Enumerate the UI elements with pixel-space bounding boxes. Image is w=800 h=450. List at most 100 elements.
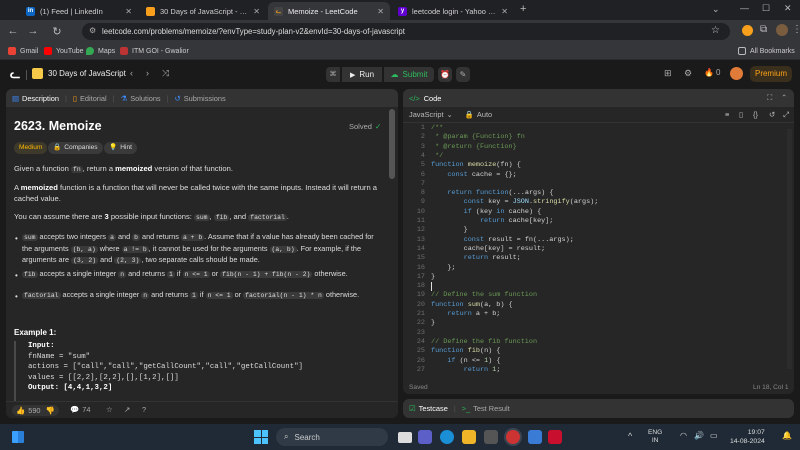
code-line[interactable]: cache[key] = result;	[431, 245, 546, 253]
edge-icon[interactable]	[440, 430, 454, 444]
chrome-icon[interactable]	[506, 430, 520, 444]
premium-button[interactable]: Premium	[750, 66, 792, 82]
bookmark-star-icon[interactable]: ☆	[711, 25, 720, 36]
new-tab-button[interactable]: +	[520, 3, 526, 15]
notification-bell-icon[interactable]: 🔔	[782, 431, 792, 440]
tab-solutions[interactable]: ⚗ Solutions	[115, 94, 167, 103]
bookmark-youtube[interactable]: YouTube	[44, 47, 84, 55]
auto-complete-toggle[interactable]: 🔒 Auto	[465, 110, 492, 119]
code-line[interactable]: * @return {Function}	[431, 143, 517, 151]
tab-testcase[interactable]: ☑ Testcase	[403, 404, 454, 413]
maximize-icon[interactable]: ☐	[762, 3, 770, 14]
clock[interactable]: 19:07 14-08-2024	[730, 428, 765, 446]
format-icon[interactable]: ≡	[725, 110, 729, 119]
code-line[interactable]: function fib(n) {	[431, 347, 500, 355]
windows-start-icon[interactable]	[254, 430, 268, 444]
tab-editorial[interactable]: ▯ Editorial	[67, 94, 113, 103]
comments-button[interactable]: 💬 74	[70, 405, 90, 414]
layout-icon[interactable]: ⊞	[664, 68, 672, 79]
code-line[interactable]: }	[431, 319, 435, 327]
forward-icon[interactable]: →	[26, 25, 40, 37]
code-line[interactable]: function sum(a, b) {	[431, 301, 513, 309]
like-button[interactable]: 👍 590 👎	[12, 405, 59, 416]
minimize-icon[interactable]: —	[740, 3, 749, 13]
code-line[interactable]: // Define the fib function	[431, 338, 537, 346]
code-line[interactable]: const cache = {};	[431, 171, 516, 179]
help-icon[interactable]: ?	[142, 405, 146, 414]
code-line[interactable]: return 1;	[431, 366, 501, 374]
language-select[interactable]: JavaScript ⌄	[409, 110, 453, 119]
timer-icon[interactable]: ⏰	[438, 67, 452, 82]
bookmark-maps[interactable]: Maps	[86, 47, 115, 55]
teams-icon[interactable]	[418, 430, 432, 444]
bookmark-itm[interactable]: ITM GOI - Gwalior	[120, 47, 189, 55]
close-icon[interactable]: ✕	[377, 7, 384, 16]
code-line[interactable]: return cache[key];	[431, 217, 553, 225]
code-editor[interactable]: 1 /** 2 * @param {Function} fn 3 * @return …	[403, 124, 786, 374]
code-line[interactable]: if (n <= 1) {	[431, 357, 500, 365]
bookmark-icon[interactable]: ▯	[739, 110, 743, 119]
maximize-panel-icon[interactable]: ⛶	[767, 93, 772, 103]
store-icon[interactable]	[484, 430, 498, 444]
chevron-up-icon[interactable]: ^	[628, 431, 632, 441]
notes-icon[interactable]: ✎	[456, 67, 470, 82]
code-line[interactable]: }	[431, 226, 468, 234]
back-icon[interactable]: ←	[6, 25, 20, 37]
run-button[interactable]: ▶ Run	[342, 67, 382, 82]
close-icon[interactable]: ✕	[501, 7, 508, 16]
braces-icon[interactable]: {}	[753, 110, 758, 119]
prev-problem-icon[interactable]: ‹	[130, 68, 133, 78]
code-line[interactable]: return function(...args) {	[431, 189, 553, 197]
tab-test-result[interactable]: >_ Test Result	[456, 404, 516, 413]
tab-submissions[interactable]: ↺ Submissions	[169, 94, 232, 103]
code-line[interactable]: /**	[431, 124, 443, 132]
shuffle-icon[interactable]: ⤨	[162, 68, 169, 79]
thumbs-down-icon[interactable]: 👎	[46, 406, 55, 415]
address-bar[interactable]: ⚙ leetcode.com/problems/memoize/?envType…	[82, 23, 730, 40]
extension-icon[interactable]	[742, 25, 753, 36]
tab-yahoo[interactable]: y leetcode login - Yahoo India Se ✕	[392, 2, 514, 20]
code-line[interactable]: if (key in cache) {	[431, 208, 542, 216]
share-icon[interactable]: ↗	[124, 405, 130, 414]
code-line[interactable]: // Define the sum function	[431, 291, 537, 299]
wifi-icon[interactable]: ◠	[680, 431, 687, 440]
fullscreen-icon[interactable]: ⤢	[783, 110, 789, 120]
submit-button[interactable]: ☁ Submit	[384, 67, 434, 82]
app-icon[interactable]	[528, 430, 542, 444]
extensions-puzzle-icon[interactable]: ⧉	[760, 24, 767, 35]
code-line[interactable]: * @param {Function} fn	[431, 133, 525, 141]
next-problem-icon[interactable]: ›	[146, 68, 149, 78]
task-view-icon[interactable]	[398, 432, 412, 443]
taskbar-search[interactable]: ⌕ Search	[276, 428, 388, 446]
coins-counter[interactable]: 🔥 0	[704, 68, 720, 77]
code-line[interactable]: function memoize(fn) {	[431, 161, 521, 169]
difficulty-badge[interactable]: Medium	[14, 142, 48, 154]
reset-icon[interactable]: ↺	[769, 110, 775, 119]
code-line[interactable]: const key = JSON.stringify(args);	[431, 198, 599, 206]
input-language[interactable]: ENG IN	[648, 429, 662, 445]
tab-linkedin[interactable]: in (1) Feed | LinkedIn ✕	[20, 2, 138, 20]
widgets-icon[interactable]	[12, 431, 24, 443]
code-line[interactable]: return a + b;	[431, 310, 500, 318]
star-icon[interactable]: ☆	[106, 405, 113, 414]
battery-icon[interactable]: ▭	[710, 431, 718, 440]
scrollbar-thumb[interactable]	[389, 109, 395, 179]
site-info-icon[interactable]: ⚙	[89, 26, 96, 35]
close-icon[interactable]: ✕	[125, 7, 132, 16]
menu-icon[interactable]: ⋮	[792, 24, 800, 35]
tab-search-icon[interactable]: ⌄	[712, 4, 720, 15]
collapse-icon[interactable]: ⌃	[781, 93, 787, 102]
hint-tag[interactable]: 💡 Hint	[104, 142, 137, 154]
close-window-icon[interactable]: ✕	[784, 3, 792, 14]
debug-icon[interactable]: ⌘	[326, 67, 340, 82]
user-avatar[interactable]	[730, 67, 743, 80]
editor-scrollbar[interactable]	[787, 129, 792, 369]
reload-icon[interactable]: ↻	[50, 25, 64, 38]
profile-avatar[interactable]	[776, 24, 788, 36]
mcafee-icon[interactable]	[548, 430, 562, 444]
file-explorer-icon[interactable]	[462, 430, 476, 444]
volume-icon[interactable]: 🔊	[694, 431, 704, 440]
code-line[interactable]: return result;	[431, 254, 521, 262]
companies-tag[interactable]: 🔒 Companies	[48, 142, 103, 154]
code-line[interactable]: const result = fn(...args);	[431, 236, 574, 244]
